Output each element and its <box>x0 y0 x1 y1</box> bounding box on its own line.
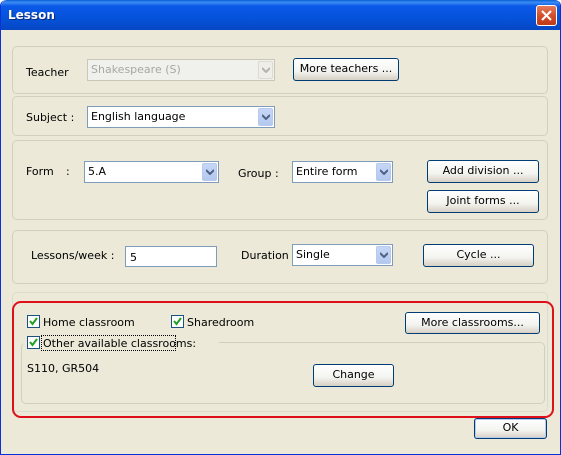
form-value: 5.A <box>88 165 107 178</box>
duration-label: Duration <box>241 249 289 262</box>
group-select[interactable]: Entire form <box>292 161 393 183</box>
lessons-per-week-label: Lessons/week : <box>31 249 115 262</box>
highlight-annotation <box>12 301 554 418</box>
chevron-down-icon <box>202 163 217 181</box>
duration-select[interactable]: Single <box>292 244 393 266</box>
teacher-value: Shakespeare (S) <box>91 63 181 76</box>
form-label: Form <box>26 165 54 178</box>
ok-button[interactable]: OK <box>474 418 547 439</box>
form-select[interactable]: 5.A <box>84 161 219 183</box>
joint-forms-button[interactable]: Joint forms ... <box>427 190 539 213</box>
group-label: Group : <box>238 167 279 180</box>
close-button[interactable] <box>536 5 557 26</box>
add-division-button[interactable]: Add division ... <box>427 160 539 183</box>
chevron-down-icon <box>258 61 273 79</box>
lessons-per-week-input[interactable]: 5 <box>125 246 217 267</box>
close-icon <box>541 10 552 21</box>
subject-value: English language <box>91 110 186 123</box>
cycle-button[interactable]: Cycle ... <box>423 244 534 267</box>
duration-value: Single <box>296 248 330 261</box>
chevron-down-icon <box>376 163 391 181</box>
subject-label: Subject : <box>26 111 75 124</box>
ok-label: OK <box>502 421 519 434</box>
group-value: Entire form <box>296 165 358 178</box>
cycle-label: Cycle ... <box>456 248 501 261</box>
add-division-label: Add division ... <box>442 164 524 177</box>
dialog-content: Teacher Shakespeare (S) More teachers ..… <box>3 30 556 452</box>
chevron-down-icon <box>376 246 391 264</box>
joint-forms-label: Joint forms ... <box>446 194 520 207</box>
lessons-per-week-value: 5 <box>130 251 137 264</box>
window-title: Lesson <box>8 8 55 22</box>
chevron-down-icon <box>258 108 273 126</box>
more-teachers-button[interactable]: More teachers ... <box>293 58 399 81</box>
form-colon: : <box>66 165 70 178</box>
subject-select[interactable]: English language <box>87 106 275 128</box>
title-bar[interactable]: Lesson <box>1 0 560 30</box>
teacher-select[interactable]: Shakespeare (S) <box>87 59 275 81</box>
teacher-label: Teacher <box>26 66 69 79</box>
more-teachers-label: More teachers ... <box>299 62 393 75</box>
